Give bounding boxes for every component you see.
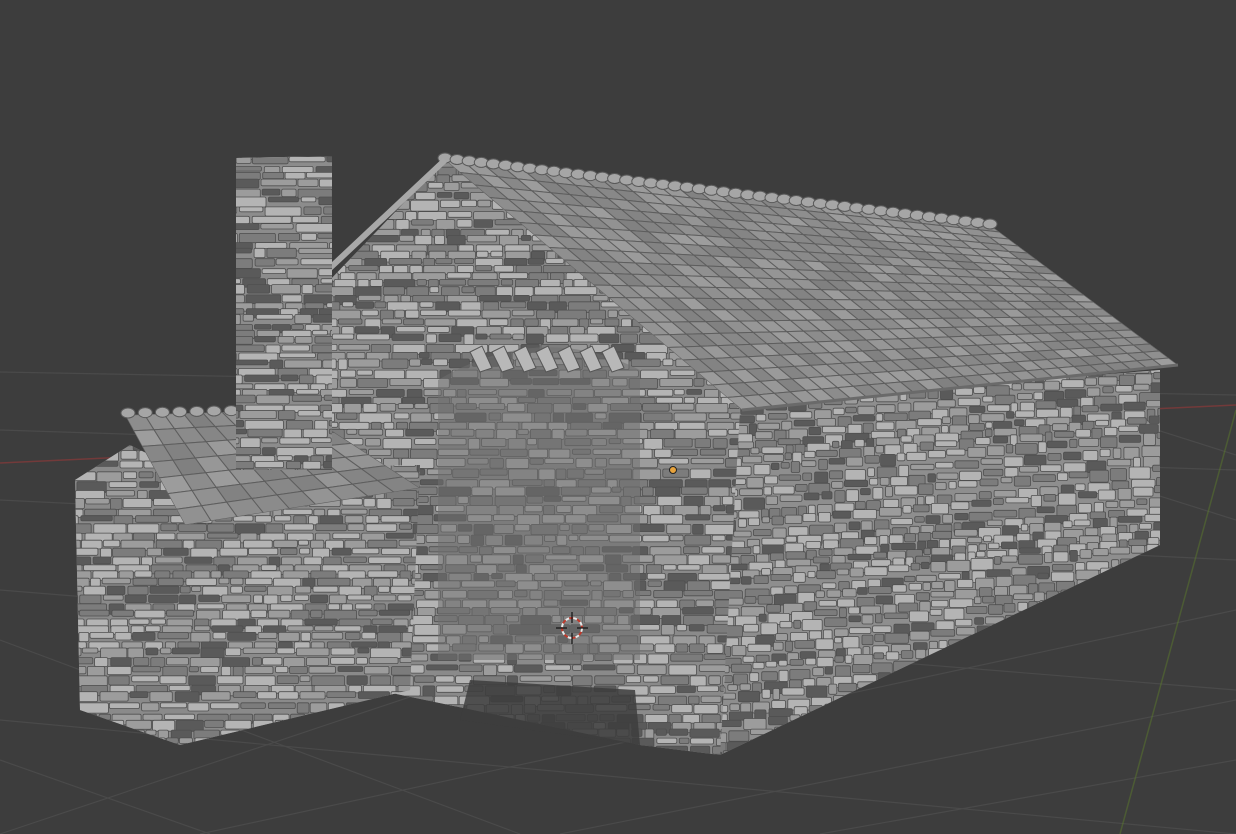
3d-viewport[interactable] <box>0 0 1236 834</box>
barn-model[interactable] <box>299 150 1185 780</box>
object-origin-icon[interactable] <box>669 466 677 474</box>
